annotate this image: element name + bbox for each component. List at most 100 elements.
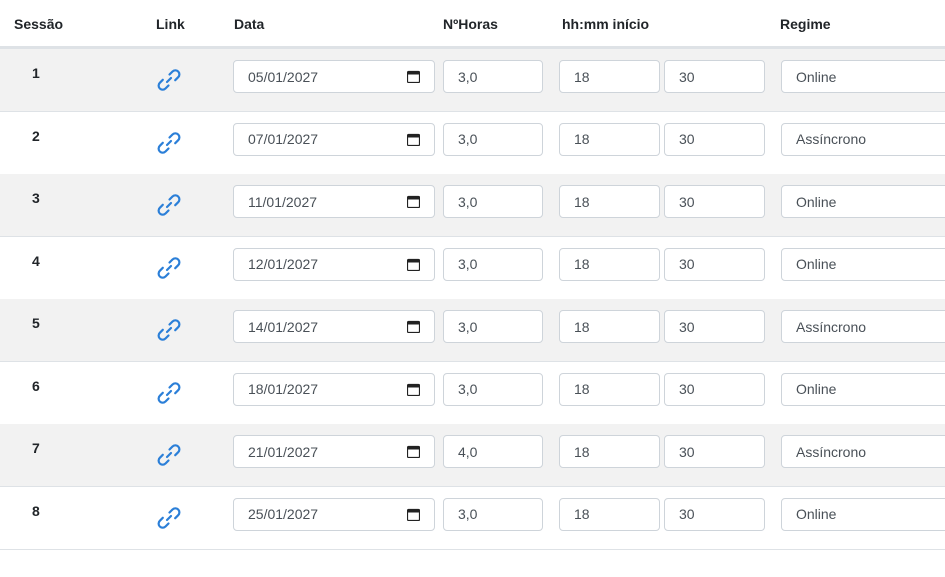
start-hour-input[interactable]: 18 [559,310,660,343]
start-hour-input[interactable]: 18 [559,185,660,218]
regime-value: Online [796,381,837,397]
hours-input[interactable]: 3,0 [443,60,543,93]
regime-value: Assíncrono [796,131,867,147]
hours-value: 4,0 [458,443,478,460]
calendar-icon[interactable] [406,445,421,459]
start-minute-value: 30 [679,256,695,272]
start-minute-value: 30 [679,68,695,85]
table-row: 3 11/01/2027 3,0 18 30 Online [0,174,945,237]
calendar-icon[interactable] [406,383,421,396]
start-minute-value: 30 [679,193,695,210]
calendar-icon[interactable] [406,508,421,521]
calendar-icon[interactable] [406,70,421,84]
header-inicio: hh:mm início [562,16,650,32]
regime-value: Online [796,193,837,210]
start-minute-value: 30 [679,443,695,460]
start-minute-value: 30 [679,506,695,522]
hours-value: 3,0 [458,193,478,210]
start-hour-value: 18 [574,318,590,335]
start-hour-value: 18 [574,443,590,460]
regime-select[interactable]: Online [781,372,945,406]
hours-input[interactable]: 3,0 [443,310,543,343]
date-value: 05/01/2027 [248,68,319,85]
table-row: 1 05/01/2027 3,0 18 30 Online [0,49,945,112]
calendar-icon[interactable] [406,320,421,334]
start-hour-input[interactable]: 18 [559,247,660,281]
session-number: 2 [32,127,40,144]
link-icon[interactable] [155,379,183,407]
start-minute-input[interactable]: 30 [664,60,765,93]
link-icon[interactable] [155,191,183,219]
regime-select[interactable]: Assíncrono [781,435,945,468]
regime-select[interactable]: Online [781,60,945,93]
session-number: 5 [32,315,40,331]
regime-select[interactable]: Online [781,497,945,531]
link-icon[interactable] [155,129,183,157]
hours-input[interactable]: 3,0 [443,497,543,531]
hours-input[interactable]: 3,0 [443,122,543,156]
hours-value: 3,0 [458,381,478,397]
calendar-icon[interactable] [406,195,421,209]
start-minute-input[interactable]: 30 [664,497,765,531]
session-number: 1 [32,65,40,81]
header-link: Link [156,16,185,32]
header-data: Data [234,16,265,32]
start-hour-input[interactable]: 18 [559,435,660,468]
hours-value: 3,0 [458,256,478,272]
table-row: 4 12/01/2027 3,0 18 30 Online [0,236,945,300]
date-input[interactable]: 12/01/2027 [233,247,435,281]
start-hour-input[interactable]: 18 [559,122,660,156]
table-row: 6 18/01/2027 3,0 18 30 Online [0,361,945,425]
regime-select[interactable]: Online [781,185,945,218]
table-row: 7 21/01/2027 4,0 18 30 Assíncrono [0,424,945,487]
date-input[interactable]: 14/01/2027 [233,310,435,343]
start-minute-input[interactable]: 30 [664,247,765,281]
link-icon[interactable] [155,504,183,532]
regime-value: Assíncrono [796,318,867,335]
regime-select[interactable]: Assíncrono [781,310,945,343]
regime-select[interactable]: Online [781,247,945,281]
date-value: 18/01/2027 [248,381,319,397]
table-row: 8 25/01/2027 3,0 18 30 Online [0,486,945,550]
link-icon[interactable] [155,316,183,344]
start-hour-input[interactable]: 18 [559,60,660,93]
date-input[interactable]: 25/01/2027 [233,497,435,531]
start-minute-value: 30 [679,131,695,147]
date-input[interactable]: 05/01/2027 [233,60,435,93]
hours-input[interactable]: 4,0 [443,435,543,468]
start-minute-value: 30 [679,318,695,335]
start-hour-value: 18 [574,131,590,147]
regime-select[interactable]: Assíncrono [781,122,945,156]
start-hour-input[interactable]: 18 [559,372,660,406]
start-minute-input[interactable]: 30 [664,185,765,218]
date-input[interactable]: 07/01/2027 [233,122,435,156]
link-icon[interactable] [155,66,183,94]
hours-input[interactable]: 3,0 [443,185,543,218]
hours-value: 3,0 [458,68,478,85]
date-input[interactable]: 18/01/2027 [233,372,435,406]
table-row: 5 14/01/2027 3,0 18 30 Assíncrono [0,299,945,362]
hours-input[interactable]: 3,0 [443,372,543,406]
date-input[interactable]: 11/01/2027 [233,185,435,218]
header-horas: NºHoras [443,16,498,32]
start-minute-input[interactable]: 30 [664,435,765,468]
start-hour-value: 18 [574,381,590,397]
start-minute-input[interactable]: 30 [664,310,765,343]
calendar-icon[interactable] [406,133,421,146]
link-icon[interactable] [155,441,183,469]
hours-value: 3,0 [458,318,478,335]
session-number: 7 [32,440,40,456]
hours-value: 3,0 [458,131,478,147]
hours-input[interactable]: 3,0 [443,247,543,281]
session-number: 8 [32,502,40,519]
link-icon[interactable] [155,254,183,282]
regime-value: Online [796,68,837,85]
start-minute-input[interactable]: 30 [664,122,765,156]
start-hour-input[interactable]: 18 [559,497,660,531]
regime-value: Online [796,256,837,272]
date-value: 12/01/2027 [248,256,319,272]
date-input[interactable]: 21/01/2027 [233,435,435,468]
calendar-icon[interactable] [406,258,421,271]
start-minute-input[interactable]: 30 [664,372,765,406]
session-number: 3 [32,190,40,206]
